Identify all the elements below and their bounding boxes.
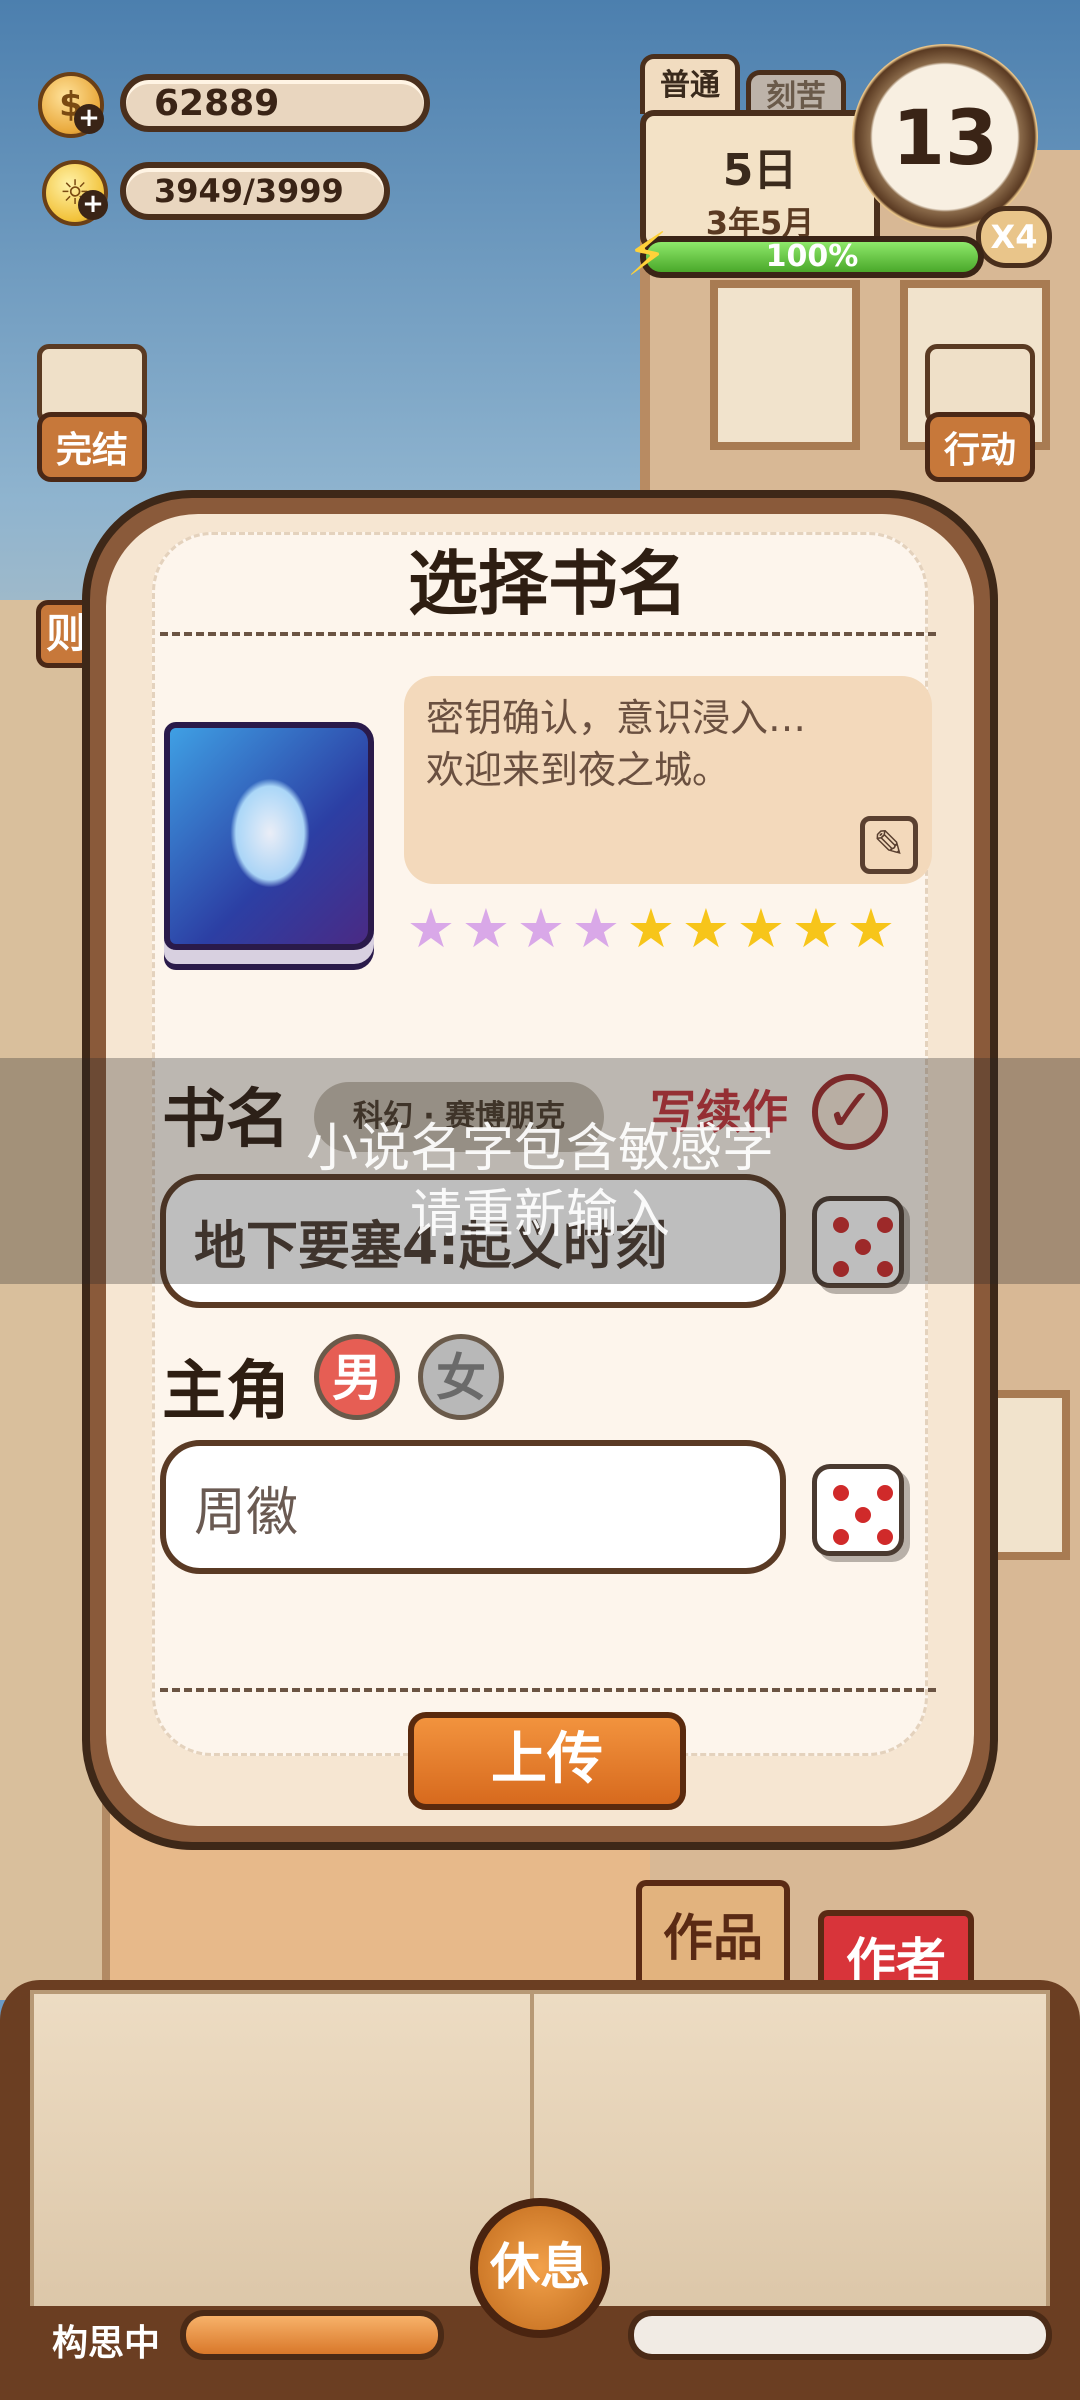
speed-button[interactable]: X4 — [976, 206, 1052, 268]
date-panel: 5日 3年5月 — [640, 110, 880, 250]
day-label: 5日 — [722, 145, 798, 196]
gold-star-icon: ★ — [626, 897, 676, 960]
book-emblem-icon — [230, 778, 310, 888]
idea-counter: 3949/3999 — [120, 162, 390, 220]
clock: 13 — [852, 44, 1038, 230]
rating-stars: ★ ★ ★ ★ ★ ★ ★ ★ ★ — [404, 902, 898, 956]
gold-star-icon: ★ — [846, 897, 896, 960]
add-ideas-icon[interactable]: + — [78, 190, 108, 220]
thinking-progress-fill — [186, 2316, 438, 2354]
protagonist-input[interactable]: 周徽 — [160, 1440, 786, 1574]
add-coins-icon[interactable]: + — [74, 104, 104, 134]
toast-line-1: 小说名字包含敏感字 — [305, 1119, 774, 1179]
random-protagonist-dice-icon[interactable] — [812, 1464, 904, 1556]
tab-works[interactable]: 作品 — [636, 1880, 790, 1984]
gender-female-button[interactable]: 女 — [418, 1334, 504, 1420]
protagonist-value: 周徽 — [194, 1482, 299, 1543]
divider-bottom — [160, 1688, 936, 1692]
rainbow-star-icon: ★ — [516, 897, 566, 960]
finish-label: 完结 — [36, 412, 147, 482]
rainbow-star-icon: ★ — [406, 897, 456, 960]
upload-button[interactable]: 上传 — [408, 1712, 686, 1810]
clock-hour: 13 — [892, 92, 998, 182]
lightning-icon: ⚡ — [626, 220, 669, 290]
tab-normal[interactable]: 普通 — [640, 54, 740, 114]
rest-progress-bar — [628, 2310, 1052, 2360]
divider — [160, 632, 936, 636]
toast-line-2: 请重新输入 — [409, 1185, 670, 1245]
gold-star-icon: ★ — [681, 897, 731, 960]
protagonist-label: 主角 — [162, 1355, 290, 1429]
gold-star-icon: ★ — [736, 897, 786, 960]
rest-button[interactable]: 休息 — [470, 2198, 610, 2338]
coin-counter: 62889 — [120, 74, 430, 132]
gender-male-button[interactable]: 男 — [314, 1334, 400, 1420]
gold-star-icon: ★ — [791, 897, 841, 960]
energy-percent: 100% — [765, 239, 859, 274]
description-text: 密钥确认，意识浸入… 欢迎来到夜之城。 — [426, 696, 807, 792]
rest-progress-fill — [634, 2316, 1046, 2354]
rainbow-star-icon: ★ — [461, 897, 511, 960]
tab-author[interactable]: 作者 — [818, 1910, 974, 1991]
edit-icon[interactable]: ✎ — [860, 816, 918, 874]
book-description: 密钥确认，意识浸入… 欢迎来到夜之城。 — [404, 676, 932, 884]
progress-label: 构思中 — [52, 2323, 161, 2364]
book-cover — [164, 722, 374, 950]
action-label: 行动 — [924, 412, 1035, 482]
rainbow-star-icon: ★ — [571, 897, 621, 960]
finish-button[interactable]: 完结 — [30, 344, 154, 482]
dialog-title: 选择书名 — [408, 543, 688, 625]
thinking-progress-bar — [180, 2310, 444, 2360]
action-button[interactable]: 行动 — [918, 344, 1042, 482]
tab-hardwork[interactable]: 刻苦 — [746, 70, 846, 114]
